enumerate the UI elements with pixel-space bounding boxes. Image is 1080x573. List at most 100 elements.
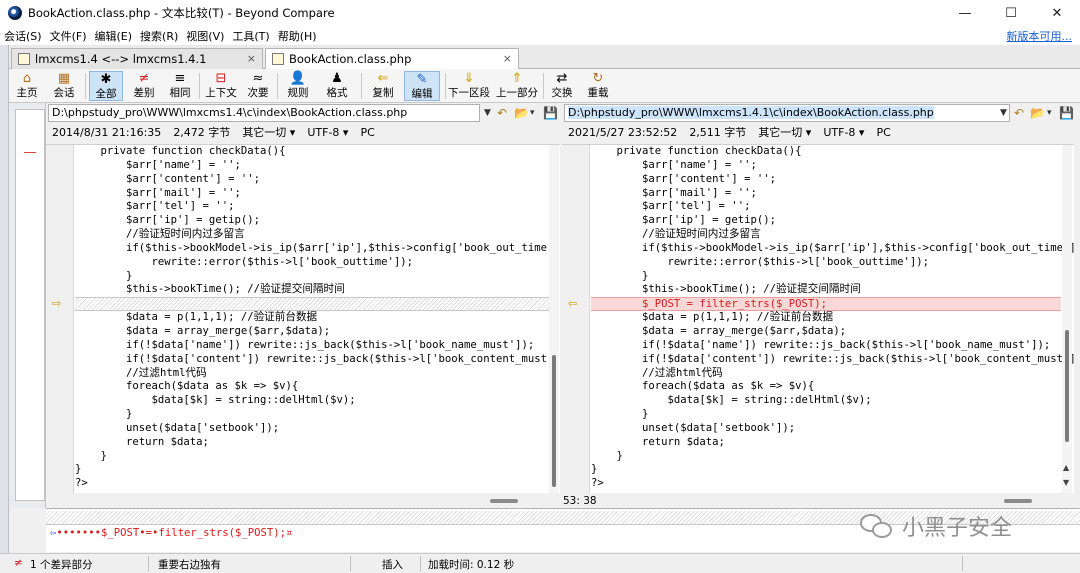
code-line[interactable]: rewrite::error($this->l['book_outtime'])… xyxy=(591,256,1061,270)
next-section-button[interactable]: ⇓ 下一区段 xyxy=(447,71,491,101)
right-vertical-scrollbar[interactable]: ▲ ▼ xyxy=(1062,145,1072,493)
minimize-button[interactable]: — xyxy=(942,0,988,26)
reload-button[interactable]: ↻ 重载 xyxy=(585,71,611,101)
minor-button[interactable]: ≈ 次要 xyxy=(245,71,271,101)
code-line[interactable]: } xyxy=(75,450,550,464)
code-line[interactable]: //验证短时间内过多留言 xyxy=(591,228,1061,242)
code-line[interactable]: $data = array_merge($arr,$data); xyxy=(75,325,550,339)
code-line[interactable]: } xyxy=(75,270,550,284)
code-line[interactable]: $arr['tel'] = ''; xyxy=(75,200,550,214)
show-all-button[interactable]: ✱ 全部 xyxy=(89,71,123,101)
code-line[interactable]: $data = p(1,1,1); //验证前台数据 xyxy=(591,311,1061,325)
right-encoding-dropdown[interactable]: UTF-8 ▾ xyxy=(823,124,864,142)
menu-view[interactable]: 视图(V) xyxy=(182,28,228,44)
code-line[interactable]: $data = p(1,1,1); //验证前台数据 xyxy=(75,311,550,325)
left-other-dropdown[interactable]: 其它一切 ▾ xyxy=(242,124,295,142)
right-line-ending[interactable]: PC xyxy=(876,124,890,142)
menu-session[interactable]: 会话(S) xyxy=(0,28,46,44)
left-path-dropdown-icon[interactable]: ▼ xyxy=(484,104,491,122)
left-line-ending[interactable]: PC xyxy=(360,124,374,142)
code-line[interactable]: if($this->bookModel->is_ip($arr['ip'],$t… xyxy=(591,242,1074,256)
thumbnail-navigator[interactable] xyxy=(9,103,46,508)
code-line[interactable]: return $data; xyxy=(591,436,1061,450)
swap-button[interactable]: ⇄ 交换 xyxy=(549,71,575,101)
code-line[interactable]: $arr['content'] = ''; xyxy=(75,173,550,187)
home-button[interactable]: ⌂ 主页 xyxy=(13,71,41,101)
code-line[interactable]: $arr['content'] = ''; xyxy=(591,173,1061,187)
right-path-field[interactable]: D:\phpstudy_pro\WWW\lmxcms1.4.1\c\index\… xyxy=(564,104,1010,122)
left-history-icon[interactable]: ↶ xyxy=(497,104,507,122)
tab-close-icon[interactable]: × xyxy=(247,52,256,65)
menu-tools[interactable]: 工具(T) xyxy=(228,28,273,44)
prev-section-button[interactable]: ⇑ 上一部分 xyxy=(495,71,539,101)
code-line[interactable]: $arr['tel'] = ''; xyxy=(591,200,1061,214)
show-diffs-button[interactable]: ≠ 差别 xyxy=(129,71,159,101)
code-line[interactable]: } xyxy=(591,270,1061,284)
right-horizontal-scroll-thumb[interactable] xyxy=(1004,499,1032,503)
right-history-icon[interactable]: ↶ xyxy=(1014,104,1024,122)
code-line[interactable]: if(!$data['name']) rewrite::js_back($thi… xyxy=(75,339,550,353)
code-line[interactable]: foreach($data as $k => $v){ xyxy=(591,380,1061,394)
menu-search[interactable]: 搜索(R) xyxy=(136,28,182,44)
code-line[interactable]: private function checkData(){ xyxy=(75,145,550,159)
right-code-pane[interactable]: ⇦ private function checkData(){ $arr['na… xyxy=(562,144,1074,493)
right-other-dropdown[interactable]: 其它一切 ▾ xyxy=(758,124,811,142)
left-code-pane[interactable]: ⇨ private function checkData(){ $arr['na… xyxy=(46,144,560,493)
tab-close-icon[interactable]: × xyxy=(503,52,512,65)
maximize-button[interactable]: ☐ xyxy=(988,0,1034,26)
left-folder-dropdown-icon[interactable]: ▾ xyxy=(530,104,535,122)
code-line[interactable]: foreach($data as $k => $v){ xyxy=(75,380,550,394)
code-line[interactable]: $arr['ip'] = getip(); xyxy=(591,214,1061,228)
code-line[interactable]: $arr['ip'] = getip(); xyxy=(75,214,550,228)
copy-button[interactable]: ⇐ 复制 xyxy=(369,71,397,101)
scroll-down-arrow-icon[interactable]: ▼ xyxy=(1063,478,1069,487)
left-horizontal-scroll-thumb[interactable] xyxy=(490,499,518,503)
code-line[interactable]: $arr['mail'] = ''; xyxy=(591,187,1061,201)
code-line[interactable]: $data = array_merge($arr,$data); xyxy=(591,325,1061,339)
code-line[interactable]: private function checkData(){ xyxy=(591,145,1061,159)
code-line[interactable]: ?> xyxy=(75,477,550,491)
right-diff-arrow-icon[interactable]: ⇦ xyxy=(568,297,577,310)
code-line[interactable]: //验证短时间内过多留言 xyxy=(75,228,550,242)
right-open-folder-icon[interactable]: 📂 xyxy=(1030,104,1045,122)
left-code-lines[interactable]: private function checkData(){ $arr['name… xyxy=(75,145,560,491)
show-same-button[interactable]: ≡ 相同 xyxy=(165,71,195,101)
right-save-icon[interactable]: 💾 xyxy=(1059,104,1074,122)
left-path-field[interactable]: D:\phpstudy_pro\WWW\lmxcms1.4\c\index\Bo… xyxy=(48,104,480,122)
format-button[interactable]: ♟ 格式 xyxy=(319,71,355,101)
left-open-folder-icon[interactable]: 📂 xyxy=(514,104,529,122)
code-line[interactable]: if(!$data['name']) rewrite::js_back($thi… xyxy=(591,339,1061,353)
close-button[interactable]: ✕ xyxy=(1034,0,1080,26)
code-line[interactable]: $arr['name'] = ''; xyxy=(591,159,1061,173)
new-version-link[interactable]: 新版本可用... xyxy=(1007,28,1073,44)
left-save-icon[interactable]: 💾 xyxy=(543,104,558,122)
scroll-up-arrow-icon[interactable]: ▲ xyxy=(1063,463,1069,472)
left-encoding-dropdown[interactable]: UTF-8 ▾ xyxy=(307,124,348,142)
code-line[interactable]: } xyxy=(591,408,1061,422)
rules-button[interactable]: 👤 规则 xyxy=(283,71,313,101)
code-line[interactable]: unset($data['setbook']); xyxy=(591,422,1061,436)
code-line[interactable]: $arr['name'] = ''; xyxy=(75,159,550,173)
menu-edit[interactable]: 编辑(E) xyxy=(91,28,137,44)
thumbnail-map[interactable] xyxy=(15,109,45,501)
code-line[interactable]: } xyxy=(75,408,550,422)
code-line[interactable]: $_POST = filter_strs($_POST); xyxy=(591,297,1061,312)
left-diff-arrow-icon[interactable]: ⇨ xyxy=(52,297,61,310)
left-scroll-thumb[interactable] xyxy=(552,355,556,487)
menu-file[interactable]: 文件(F) xyxy=(46,28,91,44)
code-line[interactable]: $arr['mail'] = ''; xyxy=(75,187,550,201)
code-line[interactable]: $this->bookTime(); //验证提交间隔时间 xyxy=(591,283,1061,297)
code-line[interactable]: if($this->bookModel->is_ip($arr['ip'],$t… xyxy=(75,242,560,256)
code-line[interactable]: $data[$k] = string::delHtml($v); xyxy=(75,394,550,408)
code-line[interactable]: if(!$data['content']) rewrite::js_back($… xyxy=(75,353,560,367)
code-line[interactable]: //过滤html代码 xyxy=(75,367,550,381)
right-code-lines[interactable]: private function checkData(){ $arr['name… xyxy=(591,145,1074,491)
session-button[interactable]: ▦ 会话 xyxy=(46,71,82,101)
code-line[interactable]: } xyxy=(591,463,1061,477)
code-line[interactable]: rewrite::error($this->l['book_outtime'])… xyxy=(75,256,550,270)
code-line[interactable]: ?> xyxy=(591,477,1061,491)
right-folder-dropdown-icon[interactable]: ▾ xyxy=(1047,104,1052,122)
tab-folder-compare[interactable]: lmxcms1.4 <--> lmxcms1.4.1 × xyxy=(11,48,263,69)
left-vertical-scrollbar[interactable] xyxy=(549,145,559,493)
tab-text-compare[interactable]: BookAction.class.php × xyxy=(265,48,519,69)
